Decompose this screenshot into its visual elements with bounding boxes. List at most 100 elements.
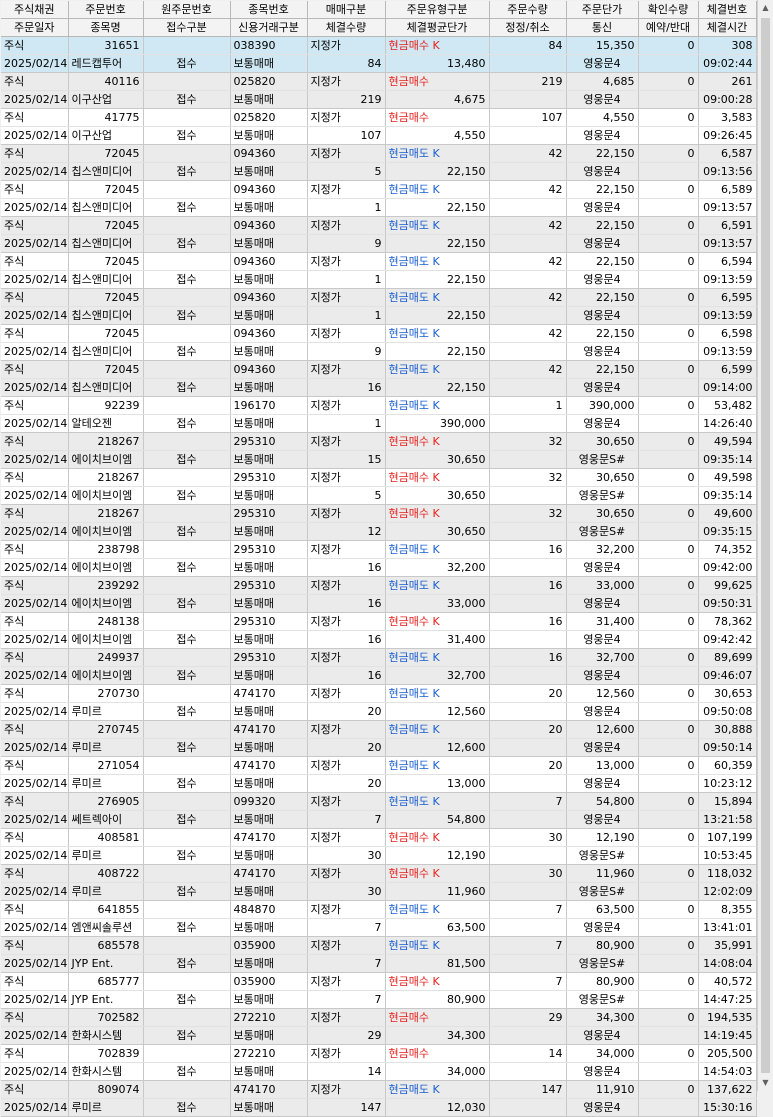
column-header[interactable]: 매매구분 [307, 1, 386, 19]
table-row-line2[interactable]: 2025/02/14 에이치브이엠 접수 보통매매 5 30,650 영웅문S# 09:35:… [1, 486, 757, 505]
table-row-line2[interactable]: 2025/02/14 쎄트렉아이 접수 보통매매 7 54,800 영웅문4 13:21:58 [1, 810, 757, 829]
table-row-line2[interactable]: 2025/02/14 JYP Ent. 접수 보통매매 7 81,500 영웅문S# 14:0… [1, 954, 757, 973]
table-row[interactable]: 주식 270745 474170 지정가 현금매도 K 20 12,600 0 30,888 [1, 720, 757, 739]
table-row-line2[interactable]: 2025/02/14 에이치브이엠 접수 보통매매 16 31,400 영웅문4 09:42:… [1, 630, 757, 649]
column-header[interactable]: 접수구분 [143, 18, 231, 37]
column-header[interactable]: 체결수량 [307, 18, 386, 37]
table-row-line2[interactable]: 2025/02/14 칩스앤미디어 접수 보통매매 9 22,150 영웅문4 09:13:5… [1, 342, 757, 361]
table-row[interactable]: 주식 685777 035900 지정가 현금매수 K 7 80,900 0 40,572 [1, 972, 757, 991]
table-row[interactable]: 주식 276905 099320 지정가 현금매도 K 7 54,800 0 15,894 [1, 792, 757, 811]
table-row-line2[interactable]: 2025/02/14 루미르 접수 보통매매 20 12,600 영웅문4 09:50:14 [1, 738, 757, 757]
scroll-up-arrow-icon[interactable]: ▲ [758, 0, 773, 16]
table-row[interactable]: 주식 702582 272210 지정가 현금매수 29 34,300 0 194,535 [1, 1008, 757, 1027]
table-row[interactable]: 주식 72045 094360 지정가 현금매도 K 42 22,150 0 6,598 [1, 324, 757, 343]
table-row-line2[interactable]: 2025/02/14 JYP Ent. 접수 보통매매 7 80,900 영웅문S# 14:4… [1, 990, 757, 1009]
column-header[interactable]: 체결평균단가 [385, 18, 490, 37]
table-row[interactable]: 주식 271054 474170 지정가 현금매도 K 20 13,000 0 60,359 [1, 756, 757, 775]
table-row-line2[interactable]: 2025/02/14 루미르 접수 보통매매 30 12,190 영웅문S# 10:53:45 [1, 846, 757, 865]
table-row[interactable]: 주식 72045 094360 지정가 현금매도 K 42 22,150 0 6,599 [1, 360, 757, 379]
trade-type-cell: 지정가 [307, 324, 386, 343]
table-row[interactable]: 주식 72045 094360 지정가 현금매도 K 42 22,150 0 6,587 [1, 144, 757, 163]
column-header[interactable]: 종목명 [68, 18, 144, 37]
table-row-line2[interactable]: 2025/02/14 루미르 접수 보통매매 20 12,560 영웅문4 09:50:08 [1, 702, 757, 721]
stock-code-cell: 474170 [230, 828, 308, 847]
table-row[interactable]: 주식 72045 094360 지정가 현금매도 K 42 22,150 0 6,594 [1, 252, 757, 271]
table-row-line2[interactable]: 2025/02/14 에이치브이엠 접수 보통매매 12 30,650 영웅문S# 09:35… [1, 522, 757, 541]
table-row[interactable]: 주식 218267 295310 지정가 현금매수 K 32 30,650 0 49,600 [1, 504, 757, 523]
table-row-line2[interactable]: 2025/02/14 칩스앤미디어 접수 보통매매 9 22,150 영웅문4 09:13:5… [1, 234, 757, 253]
column-header[interactable]: 예약/반대 [638, 18, 699, 37]
column-header[interactable]: 체결시간 [698, 18, 757, 37]
table-row-line2[interactable]: 2025/02/14 한화시스템 접수 보통매매 14 34,000 영웅문4 14:54:0… [1, 1062, 757, 1081]
table-row[interactable]: 주식 248138 295310 지정가 현금매수 K 16 31,400 0 78,362 [1, 612, 757, 631]
table-row-line2[interactable]: 2025/02/14 레드캡투어 접수 보통매매 84 13,480 영웅문4 09:02:4… [1, 54, 757, 73]
table-row-line2[interactable]: 2025/02/14 에이치브이엠 접수 보통매매 16 32,700 영웅문4 09:46:… [1, 666, 757, 685]
table-row[interactable]: 주식 218267 295310 지정가 현금매수 K 32 30,650 0 49,594 [1, 432, 757, 451]
table-row[interactable]: 주식 408722 474170 지정가 현금매수 K 30 11,960 0 118,032 [1, 864, 757, 883]
table-row-line2[interactable]: 2025/02/14 에이치브이엠 접수 보통매매 15 30,650 영웅문S# 09:35… [1, 450, 757, 469]
column-header[interactable]: 체결번호 [698, 1, 757, 19]
table-row-line2[interactable]: 2025/02/14 루미르 접수 보통매매 20 13,000 영웅문4 10:23:12 [1, 774, 757, 793]
table-row-line2[interactable]: 2025/02/14 칩스앤미디어 접수 보통매매 16 22,150 영웅문4 09:14:… [1, 378, 757, 397]
column-header[interactable]: 신용거래구분 [230, 18, 308, 37]
order-no-cell: 270730 [68, 684, 144, 703]
table-row[interactable]: 주식 685578 035900 지정가 현금매도 K 7 80,900 0 35,991 [1, 936, 757, 955]
order-price-cell: 30,650 [566, 468, 639, 487]
column-header[interactable]: 주문번호 [68, 1, 144, 19]
table-row-line2[interactable]: 2025/02/14 이구산업 접수 보통매매 219 4,675 영웅문4 09:00:28 [1, 90, 757, 109]
table-row[interactable]: 주식 41775 025820 지정가 현금매수 107 4,550 0 3,583 [1, 108, 757, 127]
modify-cancel-cell [489, 234, 567, 253]
scroll-thumb[interactable] [761, 18, 770, 1073]
table-row[interactable]: 주식 72045 094360 지정가 현금매도 K 42 22,150 0 6,595 [1, 288, 757, 307]
exec-time-cell: 09:13:59 [698, 342, 757, 361]
column-header[interactable]: 종목번호 [230, 1, 308, 19]
table-row[interactable]: 주식 408581 474170 지정가 현금매수 K 30 12,190 0 107,199 [1, 828, 757, 847]
table-row[interactable]: 주식 72045 094360 지정가 현금매도 K 42 22,150 0 6,591 [1, 216, 757, 235]
column-header[interactable]: 주문수량 [489, 1, 567, 19]
table-row[interactable]: 주식 72045 094360 지정가 현금매도 K 42 22,150 0 6,589 [1, 180, 757, 199]
modify-cancel-cell [489, 342, 567, 361]
channel-cell: 영웅문4 [566, 198, 639, 217]
table-row-line2[interactable]: 2025/02/14 루미르 접수 보통매매 147 12,030 영웅문4 15:30:16 [1, 1098, 757, 1117]
receipt-type-cell: 접수 [143, 666, 231, 685]
table-row[interactable]: 주식 40116 025820 지정가 현금매수 219 4,685 0 261 [1, 72, 757, 91]
table-row-line2[interactable]: 2025/02/14 칩스앤미디어 접수 보통매매 5 22,150 영웅문4 09:13:5… [1, 162, 757, 181]
table-row[interactable]: 주식 270730 474170 지정가 현금매도 K 20 12,560 0 30,653 [1, 684, 757, 703]
column-header[interactable]: 주문유형구분 [385, 1, 490, 19]
column-header[interactable]: 원주문번호 [143, 1, 231, 19]
column-header[interactable]: 통신 [566, 18, 639, 37]
table-row[interactable]: 주식 92239 196170 지정가 현금매도 K 1 390,000 0 53,482 [1, 396, 757, 415]
column-header[interactable]: 주식채권 [1, 1, 69, 19]
column-header[interactable]: 확인수량 [638, 1, 699, 19]
table-row-line2[interactable]: 2025/02/14 알테오젠 접수 보통매매 1 390,000 영웅문4 14:26:40 [1, 414, 757, 433]
table-row-line2[interactable]: 2025/02/14 칩스앤미디어 접수 보통매매 1 22,150 영웅문4 09:13:5… [1, 198, 757, 217]
table-row[interactable]: 주식 809074 474170 지정가 현금매도 K 147 11,910 0 137,622 [1, 1080, 757, 1099]
table-row[interactable]: 주식 641855 484870 지정가 현금매도 K 7 63,500 0 8,355 [1, 900, 757, 919]
table-row[interactable]: 주식 249937 295310 지정가 현금매도 K 16 32,700 0 89,699 [1, 648, 757, 667]
table-row-line2[interactable]: 2025/02/14 루미르 접수 보통매매 30 11,960 영웅문S# 12:02:09 [1, 882, 757, 901]
market-cell: 주식 [1, 576, 69, 595]
column-header[interactable]: 주문일자 [1, 18, 69, 37]
order-price-cell: 63,500 [566, 900, 639, 919]
table-row-line2[interactable]: 2025/02/14 에이치브이엠 접수 보통매매 16 33,000 영웅문4 09:50:… [1, 594, 757, 613]
column-header[interactable]: 정정/취소 [489, 18, 567, 37]
table-row-line2[interactable]: 2025/02/14 칩스앤미디어 접수 보통매매 1 22,150 영웅문4 09:13:5… [1, 306, 757, 325]
column-header[interactable]: 주문단가 [566, 1, 639, 19]
confirm-qty-cell: 0 [638, 972, 699, 991]
table-row-line2[interactable]: 2025/02/14 에이치브이엠 접수 보통매매 16 32,200 영웅문4 09:42:… [1, 558, 757, 577]
exec-no-cell: 107,199 [698, 828, 757, 847]
scroll-down-arrow-icon[interactable]: ▼ [758, 1075, 773, 1091]
table-row[interactable]: 주식 239292 295310 지정가 현금매도 K 16 33,000 0 99,625 [1, 576, 757, 595]
table-row-line2[interactable]: 2025/02/14 한화시스템 접수 보통매매 29 34,300 영웅문4 14:19:4… [1, 1026, 757, 1045]
table-row[interactable]: 주식 238798 295310 지정가 현금매도 K 16 32,200 0 74,352 [1, 540, 757, 559]
vertical-scrollbar[interactable]: ▲ ▼ [757, 0, 773, 1091]
orig-order-no-cell [143, 504, 231, 523]
channel-cell: 영웅문4 [566, 234, 639, 253]
table-row-line2[interactable]: 2025/02/14 엠앤씨솔루션 접수 보통매매 7 63,500 영웅문4 13:41:0… [1, 918, 757, 937]
table-row-line2[interactable]: 2025/02/14 칩스앤미디어 접수 보통매매 1 22,150 영웅문4 09:13:5… [1, 270, 757, 289]
table-row[interactable]: 주식 218267 295310 지정가 현금매수 K 32 30,650 0 49,598 [1, 468, 757, 487]
table-row[interactable]: 주식 702839 272210 지정가 현금매수 14 34,000 0 205,500 [1, 1044, 757, 1063]
table-row[interactable]: 주식 31651 038390 지정가 현금매수 K 84 15,350 0 308 [1, 36, 757, 55]
exec-qty-cell: 30 [307, 846, 386, 865]
table-row-line2[interactable]: 2025/02/14 이구산업 접수 보통매매 107 4,550 영웅문4 09:26:45 [1, 126, 757, 145]
